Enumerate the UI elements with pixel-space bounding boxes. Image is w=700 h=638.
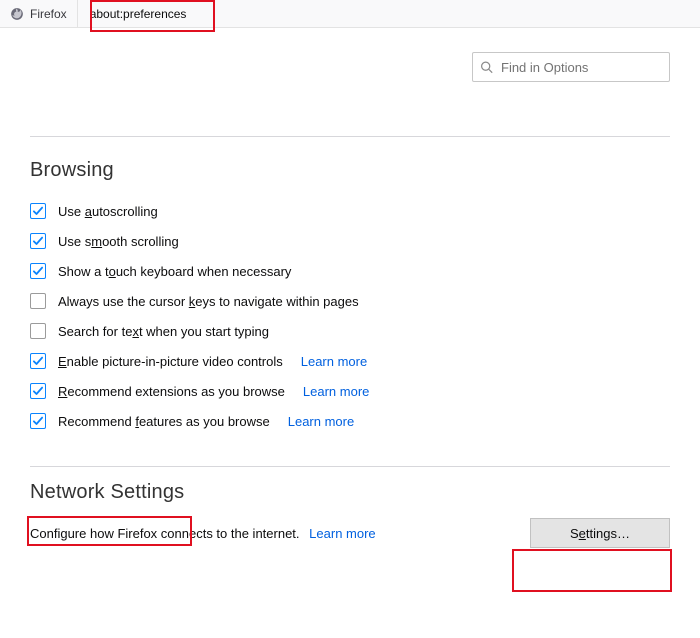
- url-text: about:preferences: [78, 0, 199, 27]
- option-row: Search for text when you start typing: [30, 316, 670, 346]
- option-row: Recommend features as you browse Learn mo…: [30, 406, 670, 436]
- network-learn-more-link[interactable]: Learn more: [309, 526, 375, 541]
- checkbox[interactable]: [30, 323, 46, 339]
- checkbox[interactable]: [30, 293, 46, 309]
- option-row: Enable picture-in-picture video controls…: [30, 346, 670, 376]
- network-settings-heading: Network Settings: [30, 481, 670, 504]
- learn-more-link[interactable]: Learn more: [303, 384, 369, 399]
- network-settings-button[interactable]: Settings…: [530, 518, 670, 548]
- search-row: [30, 52, 670, 82]
- option-label[interactable]: Use smooth scrolling: [58, 234, 179, 249]
- browser-tab[interactable]: Firefox: [0, 0, 78, 27]
- option-row: Always use the cursor keys to navigate w…: [30, 286, 670, 316]
- browsing-options: Use autoscrolling Use smooth scrolling Sho…: [30, 196, 670, 436]
- network-description: Configure how Firefox connects to the in…: [30, 526, 300, 541]
- browser-chrome: Firefox about:preferences: [0, 0, 700, 28]
- option-row: Recommend extensions as you browse Learn …: [30, 376, 670, 406]
- option-row: Use autoscrolling: [30, 196, 670, 226]
- search-input[interactable]: [472, 52, 670, 82]
- option-label[interactable]: Always use the cursor keys to navigate w…: [58, 294, 359, 309]
- checkbox[interactable]: [30, 203, 46, 219]
- option-label[interactable]: Recommend features as you browse: [58, 414, 270, 429]
- checkbox[interactable]: [30, 353, 46, 369]
- option-label[interactable]: Recommend extensions as you browse: [58, 384, 285, 399]
- option-label[interactable]: Enable picture-in-picture video controls: [58, 354, 283, 369]
- divider: [30, 136, 670, 137]
- option-label[interactable]: Show a touch keyboard when necessary: [58, 264, 291, 279]
- checkbox[interactable]: [30, 413, 46, 429]
- checkbox[interactable]: [30, 263, 46, 279]
- url-bar[interactable]: about:preferences: [78, 0, 700, 27]
- search-icon: [480, 61, 493, 74]
- checkbox[interactable]: [30, 383, 46, 399]
- learn-more-link[interactable]: Learn more: [301, 354, 367, 369]
- option-label[interactable]: Search for text when you start typing: [58, 324, 269, 339]
- browsing-heading: Browsing: [30, 159, 670, 182]
- network-settings-row: Configure how Firefox connects to the in…: [30, 518, 670, 548]
- option-row: Use smooth scrolling: [30, 226, 670, 256]
- divider: [30, 466, 670, 467]
- browser-tab-label: Firefox: [30, 7, 67, 21]
- option-row: Show a touch keyboard when necessary: [30, 256, 670, 286]
- checkbox[interactable]: [30, 233, 46, 249]
- firefox-icon: [10, 7, 24, 21]
- option-label[interactable]: Use autoscrolling: [58, 204, 158, 219]
- preferences-content: Browsing Use autoscrolling Use smooth scr…: [0, 28, 700, 578]
- learn-more-link[interactable]: Learn more: [288, 414, 354, 429]
